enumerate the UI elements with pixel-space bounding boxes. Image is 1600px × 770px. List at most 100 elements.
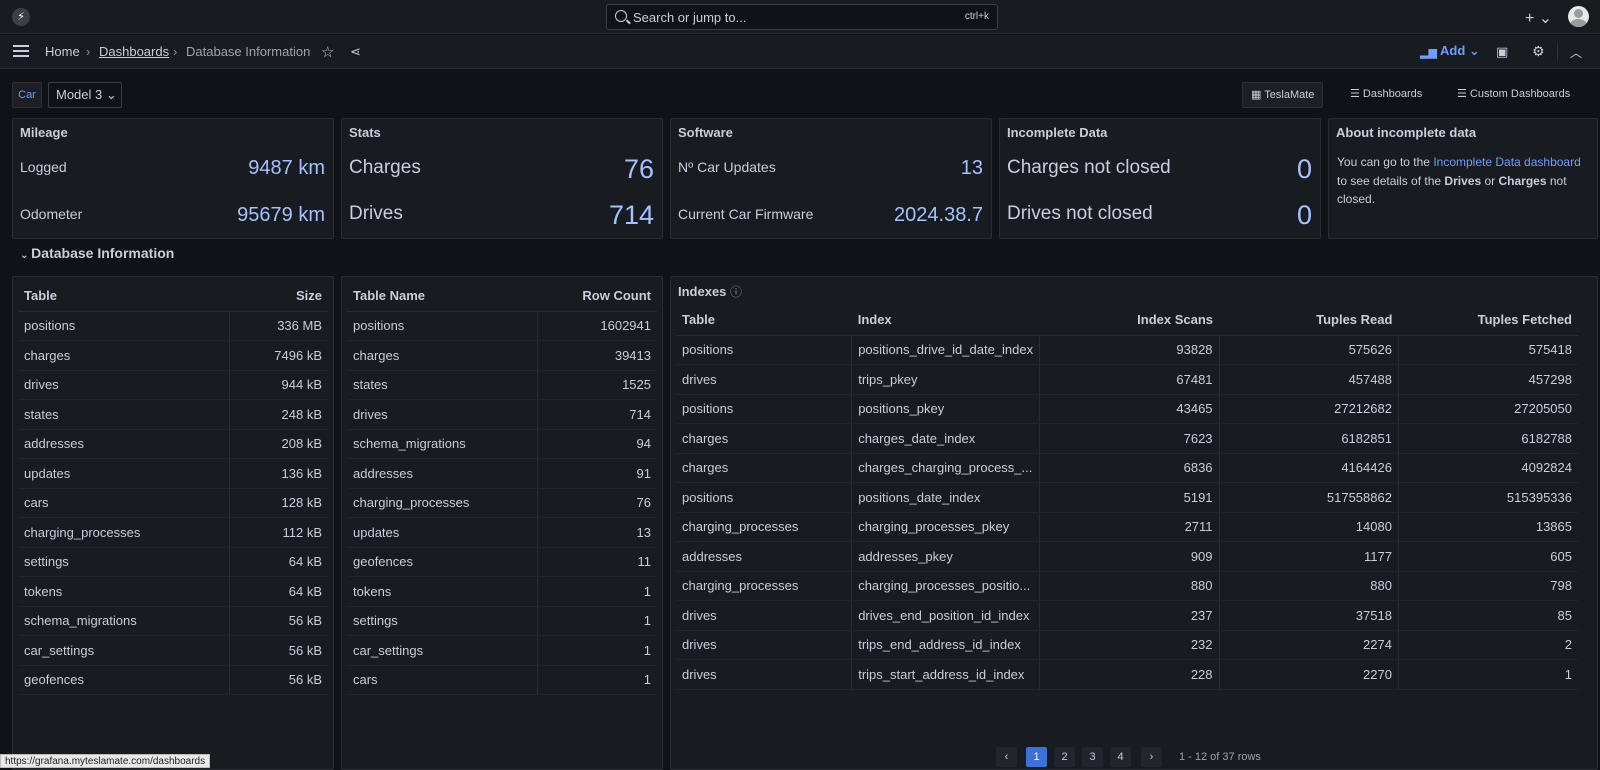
table-cell: 85	[1398, 600, 1578, 631]
add-button[interactable]: Add ⌄	[1440, 43, 1480, 59]
divider	[1557, 43, 1558, 61]
page-button[interactable]: 3	[1082, 747, 1103, 767]
table-row: addresses 91	[347, 458, 657, 489]
table-cell: 11	[537, 547, 657, 577]
table-cell: 1	[537, 665, 657, 695]
table-cell: 94	[537, 429, 657, 459]
menu-icon[interactable]	[13, 45, 29, 57]
column-header[interactable]: Size	[229, 281, 328, 312]
stat-label: Drives	[349, 203, 403, 224]
table-cell: 112 kB	[229, 517, 328, 548]
about-drives: Drives	[1444, 173, 1482, 188]
table-cell: 944 kB	[229, 370, 328, 400]
table-cell: car_settings	[347, 635, 539, 666]
column-header[interactable]: Row Count	[537, 281, 657, 312]
table-row: states 248 kB	[18, 399, 328, 430]
column-header[interactable]: Tuples Fetched	[1398, 305, 1578, 336]
next-page-button[interactable]: ›	[1141, 747, 1162, 767]
table-cell: 1	[1398, 659, 1578, 690]
table-cell: 56 kB	[229, 635, 328, 666]
incomplete-data-panel: Incomplete Data Charges not closed 0 Dri…	[999, 118, 1321, 239]
table-cell: charges	[347, 340, 539, 371]
table-cell: geofences	[18, 665, 230, 695]
custom-dashboards-link[interactable]: ☰ Custom Dashboards	[1449, 82, 1578, 108]
table-cell: 515395336	[1398, 482, 1578, 513]
table-row: drives trips_pkey 67481 457488 457298	[676, 364, 1578, 395]
variables-bar: Car Model 3 ⌄ ▦ TeslaMate ☰ Dashboards ☰…	[0, 70, 1600, 114]
stat-value: 0	[1296, 154, 1312, 184]
search-bar[interactable]: Search or jump to... ctrl+k	[606, 4, 998, 30]
table-cell: 14080	[1219, 512, 1399, 542]
column-header[interactable]: Index	[851, 305, 1040, 336]
breadcrumb-home[interactable]: Home	[45, 44, 80, 59]
table-cell: updates	[347, 517, 539, 548]
grid-icon: ▦	[1251, 89, 1265, 101]
table-row: updates 136 kB	[18, 458, 328, 489]
breadcrumb-dashboards[interactable]: Dashboards	[99, 44, 169, 59]
teslamate-link[interactable]: ▦ TeslaMate	[1242, 82, 1324, 108]
mileage-panel: Mileage Logged 9487 km Odometer 95679 km	[12, 118, 334, 239]
stat-value: 76	[623, 154, 654, 184]
table-cell: car_settings	[18, 635, 230, 666]
table-cell: charging_processes	[347, 488, 539, 518]
search-placeholder: Search or jump to...	[633, 10, 747, 25]
table-cell: 7496 kB	[229, 340, 328, 371]
table-cell: 4164426	[1219, 453, 1399, 483]
incomplete-data-link[interactable]: Incomplete Data dashboard	[1433, 155, 1580, 169]
stat-label: Odometer	[20, 206, 83, 222]
settings-icon[interactable]: ⚙	[1532, 43, 1545, 60]
table-row: positions 1602941	[347, 311, 657, 341]
about-charges: Charges	[1498, 173, 1547, 188]
custom-dashboards-link-label: Custom Dashboards	[1469, 88, 1571, 100]
column-header[interactable]: Table	[18, 281, 230, 312]
table-cell: 714	[537, 399, 657, 430]
table-cell: 2	[1398, 630, 1578, 660]
table-cell: addresses	[347, 458, 539, 489]
column-header[interactable]: Index Scans	[1039, 305, 1220, 336]
table-cell: 5191	[1039, 482, 1220, 513]
panel-title: Incomplete Data	[1007, 125, 1108, 140]
table-cell: cars	[18, 488, 230, 518]
table-cell: charging_processes	[18, 517, 230, 548]
table-row: charging_processes 112 kB	[18, 517, 328, 548]
panel-title: Mileage	[20, 125, 68, 140]
teslamate-link-label: TeslaMate	[1264, 89, 1315, 101]
table-row: charging_processes charging_processes_pke…	[676, 512, 1578, 542]
table-cell: 7623	[1039, 423, 1220, 454]
panel-title: Software	[678, 125, 733, 140]
table-cell: 880	[1219, 571, 1399, 601]
table-row: positions positions_pkey 43465 27212682 2720…	[676, 394, 1578, 424]
breadcrumb-separator: ›	[173, 44, 178, 59]
table-cell: 457298	[1398, 364, 1578, 395]
table-cell: 575626	[1219, 335, 1399, 365]
table-row: charges charges_date_index 7623 6182851 6182…	[676, 423, 1578, 454]
new-menu-button[interactable]: + ⌄	[1525, 8, 1552, 28]
collapse-icon[interactable]: ︿	[1570, 44, 1582, 61]
column-header[interactable]: Table Name	[347, 281, 538, 312]
grafana-logo-icon[interactable]: ⚡	[12, 8, 30, 26]
prev-page-button[interactable]: ‹	[996, 747, 1017, 767]
table-cell: 136 kB	[229, 458, 328, 489]
save-icon[interactable]: ▣	[1496, 44, 1508, 60]
share-icon[interactable]: ⋖	[350, 44, 361, 60]
row-title[interactable]: ⌄ Database Information	[20, 245, 174, 261]
dashboards-link[interactable]: ☰ Dashboards	[1342, 82, 1430, 108]
car-select[interactable]: Model 3 ⌄	[48, 82, 122, 108]
table-cell: addresses	[676, 541, 853, 572]
table-row: cars 1	[347, 665, 657, 695]
info-icon[interactable]: ⓘ	[730, 285, 742, 299]
table-cell: tokens	[18, 576, 230, 607]
breadcrumb-separator: ›	[86, 44, 91, 59]
table-cell: drives	[347, 399, 539, 430]
user-avatar[interactable]	[1568, 6, 1589, 27]
page-button[interactable]: 1	[1026, 747, 1047, 767]
page-button[interactable]: 4	[1110, 747, 1131, 767]
table-cell: 1177	[1219, 541, 1399, 572]
column-header[interactable]: Tuples Read	[1219, 305, 1399, 336]
table-row: charges 39413	[347, 340, 657, 371]
star-icon[interactable]: ☆	[321, 43, 334, 61]
page-button[interactable]: 2	[1054, 747, 1075, 767]
table-cell: positions	[347, 311, 539, 341]
table-cell: 13865	[1398, 512, 1578, 542]
column-header[interactable]: Table	[676, 305, 852, 336]
